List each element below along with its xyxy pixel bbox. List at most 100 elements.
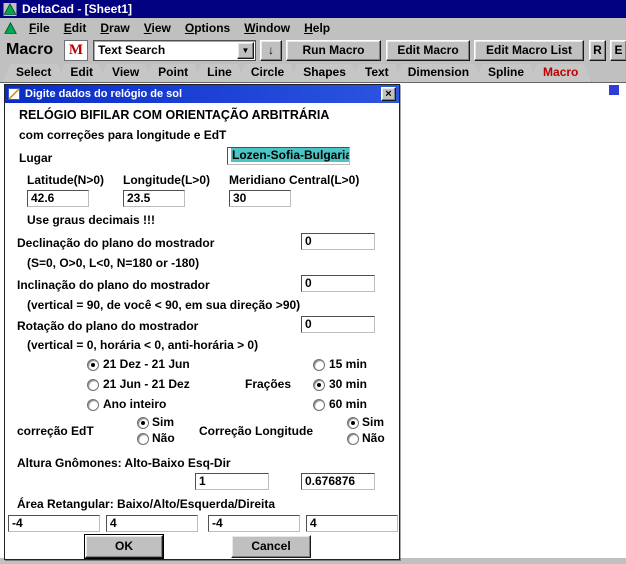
radio-30min-label[interactable]: 30 min <box>329 377 367 391</box>
dialog-heading-2: com correções para longitude e EdT <box>19 128 226 142</box>
menu-help[interactable]: Help <box>297 19 337 37</box>
tab-circle[interactable]: Circle <box>238 64 297 82</box>
window-titlebar: DeltaCad - [Sheet1] <box>0 0 626 18</box>
run-macro-button[interactable]: Run Macro <box>286 40 381 61</box>
tab-label: Macro <box>543 65 578 79</box>
sundial-dialog: Digite dados do relógio de sol × RELÓGIO… <box>4 84 400 560</box>
inclinacao-label: Inclinação do plano do mostrador <box>17 278 210 292</box>
radio-21dez-21jun[interactable] <box>87 359 99 371</box>
radio-ano-inteiro-label[interactable]: Ano inteiro <box>103 397 166 411</box>
radio-21jun-21dez-label[interactable]: 21 Jun - 21 Dez <box>103 377 190 391</box>
mode-tab-bar: Select Edit View Point Line Circle Shape… <box>0 64 626 83</box>
tab-text[interactable]: Text <box>352 64 402 82</box>
radio-long-nao-label[interactable]: Não <box>362 431 385 445</box>
radio-60min[interactable] <box>313 399 325 411</box>
menu-draw[interactable]: Draw <box>93 19 136 37</box>
deltacad-window: DeltaCad - [Sheet1] File Edit Draw View … <box>0 0 626 564</box>
radio-edt-sim[interactable] <box>137 417 149 429</box>
sheet-mdi-icon[interactable] <box>4 22 17 35</box>
inclinacao-input[interactable]: 0 <box>301 275 375 292</box>
radio-long-sim-label[interactable]: Sim <box>362 415 384 429</box>
area-alto-input[interactable]: 4 <box>106 515 198 532</box>
radio-21jun-21dez[interactable] <box>87 379 99 391</box>
declinacao-label: Declinação do plano do mostrador <box>17 236 214 250</box>
edit-macro-list-button[interactable]: Edit Macro List <box>474 40 584 61</box>
decimais-note: Use graus decimais !!! <box>27 213 155 227</box>
meridiano-label: Meridiano Central(L>0) <box>229 173 359 187</box>
tab-label: Spline <box>488 65 524 79</box>
menu-window[interactable]: Window <box>237 19 297 37</box>
tab-view[interactable]: View <box>99 64 152 82</box>
fracoes-label: Frações <box>245 377 291 391</box>
edt-label: correção EdT <box>17 424 94 438</box>
rotacao-input[interactable]: 0 <box>301 316 375 333</box>
area-direita-input[interactable]: 4 <box>306 515 398 532</box>
e-button[interactable]: E <box>610 40 626 61</box>
radio-edt-nao-label[interactable]: Não <box>152 431 175 445</box>
cancel-button[interactable]: Cancel <box>231 535 311 558</box>
edit-macro-button[interactable]: Edit Macro <box>386 40 470 61</box>
latitude-label: Latitude(N>0) <box>27 173 104 187</box>
ok-button[interactable]: OK <box>85 535 163 558</box>
window-title: DeltaCad - [Sheet1] <box>22 2 132 16</box>
tab-label: Select <box>16 65 51 79</box>
tab-label: Dimension <box>408 65 469 79</box>
close-icon[interactable]: × <box>381 87 396 101</box>
altura-alto-input[interactable]: 1 <box>195 473 269 490</box>
altura-label: Altura Gnômones: Alto-Baixo Esq-Dir <box>17 456 231 470</box>
declinacao-hint: (S=0, O>0, L<0, N=180 or -180) <box>27 256 199 270</box>
radio-long-nao[interactable] <box>347 433 359 445</box>
area-esquerda-input[interactable]: -4 <box>208 515 300 532</box>
tab-label: Shapes <box>303 65 346 79</box>
radio-ano-inteiro[interactable] <box>87 399 99 411</box>
tab-label: Text <box>365 65 389 79</box>
dialog-heading-1: RELÓGIO BIFILAR COM ORIENTAÇÃO ARBITRÁRI… <box>19 108 329 122</box>
radio-edt-sim-label[interactable]: Sim <box>152 415 174 429</box>
combo-dropdown-icon[interactable]: ▼ <box>237 42 254 59</box>
menu-options[interactable]: Options <box>178 19 237 37</box>
area-label: Área Retangular: Baixo/Alto/Esquerda/Dir… <box>17 497 275 511</box>
macro-combo[interactable]: Text Search ▼ <box>93 40 256 61</box>
lugar-input[interactable]: Lozen-Sofia-Bulgaria <box>227 147 350 165</box>
tab-label: Edit <box>70 65 93 79</box>
menu-edit[interactable]: Edit <box>57 19 94 37</box>
correcao-longitude-label: Correção Longitude <box>199 424 313 438</box>
menu-view[interactable]: View <box>137 19 178 37</box>
radio-edt-nao[interactable] <box>137 433 149 445</box>
area-baixo-input[interactable]: -4 <box>8 515 100 532</box>
latitude-input[interactable]: 42.6 <box>27 190 89 207</box>
tab-dimension[interactable]: Dimension <box>395 64 482 82</box>
inclinacao-hint: (vertical = 90, de você < 90, em sua dir… <box>27 298 300 312</box>
macro-combo-value: Text Search <box>98 43 165 57</box>
tab-shapes[interactable]: Shapes <box>290 64 359 82</box>
radio-long-sim[interactable] <box>347 417 359 429</box>
radio-30min[interactable] <box>313 379 325 391</box>
tab-select[interactable]: Select <box>3 64 64 82</box>
tab-label: Line <box>207 65 232 79</box>
tab-edit[interactable]: Edit <box>57 64 106 82</box>
dialog-icon <box>8 88 20 100</box>
radio-60min-label[interactable]: 60 min <box>329 397 367 411</box>
tab-point[interactable]: Point <box>145 64 201 82</box>
tab-macro[interactable]: Macro <box>530 64 591 82</box>
rotacao-hint: (vertical = 0, horária < 0, anti-horária… <box>27 338 258 352</box>
meridiano-input[interactable]: 30 <box>229 190 291 207</box>
longitude-label: Longitude(L>0) <box>123 173 210 187</box>
radio-21dez-21jun-label[interactable]: 21 Dez - 21 Jun <box>103 357 190 371</box>
radio-15min-label[interactable]: 15 min <box>329 357 367 371</box>
longitude-input[interactable]: 23.5 <box>123 190 185 207</box>
tab-label: Circle <box>251 65 284 79</box>
tab-label: View <box>112 65 139 79</box>
tab-label: Point <box>158 65 188 79</box>
declinacao-input[interactable]: 0 <box>301 233 375 250</box>
tab-line[interactable]: Line <box>194 64 245 82</box>
menu-bar: File Edit Draw View Options Window Help <box>0 18 626 38</box>
r-button[interactable]: R <box>589 40 606 61</box>
menu-file[interactable]: File <box>22 19 57 37</box>
load-macro-arrow-icon[interactable]: ↓ <box>260 40 282 61</box>
dialog-titlebar[interactable]: Digite dados do relógio de sol × <box>5 85 399 103</box>
tab-spline[interactable]: Spline <box>475 64 537 82</box>
dialog-title: Digite dados do relógio de sol <box>25 88 376 100</box>
altura-baixo-input[interactable]: 0.676876 <box>301 473 375 490</box>
radio-15min[interactable] <box>313 359 325 371</box>
